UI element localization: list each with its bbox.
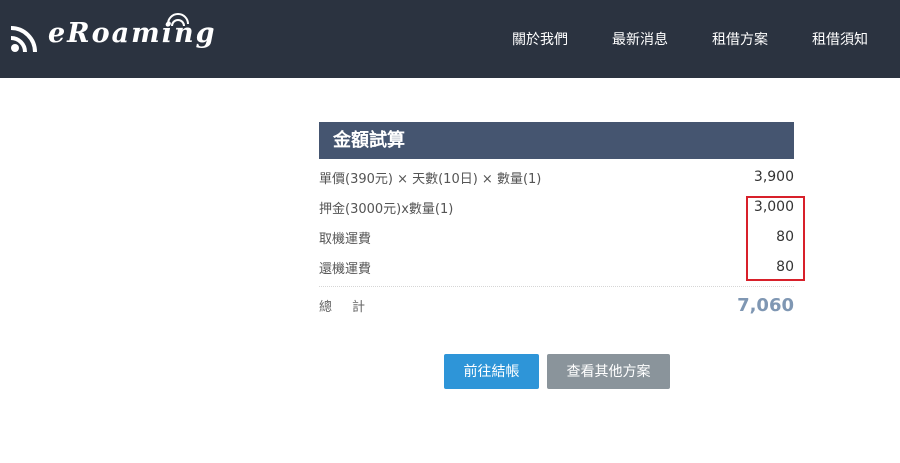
nav-link-rental-info[interactable]: 租借須知: [812, 29, 868, 49]
nav-link-plans[interactable]: 租借方案: [712, 29, 768, 49]
row-label: 還機運費: [319, 261, 372, 277]
total-value: 7,060: [737, 294, 794, 316]
return-shipping-row: 還機運費 80: [319, 252, 794, 282]
total-label: 總計: [319, 299, 386, 315]
signal-arc-icon: [167, 13, 189, 27]
nav-link-news[interactable]: 最新消息: [612, 29, 668, 49]
row-value: 80: [776, 259, 794, 275]
row-label: 押金(3000元)x數量(1): [319, 201, 454, 217]
logo-text: eRoaming: [48, 18, 217, 49]
amount-calculator: 金額試算 單價(390元) × 天數(10日) × 數量(1) 3,900 押金…: [319, 122, 794, 323]
row-label: 單價(390元) × 天數(10日) × 數量(1): [319, 171, 542, 187]
pickup-shipping-row: 取機運費 80: [319, 222, 794, 252]
calculator-title: 金額試算: [319, 122, 794, 159]
logo[interactable]: eRoaming: [8, 13, 228, 58]
total-row: 總計 7,060: [319, 287, 794, 323]
row-value: 3,000: [753, 199, 794, 215]
action-buttons: 前往結帳 查看其他方案: [444, 354, 670, 389]
top-navbar: eRoaming 關於我們 最新消息 租借方案 租借須知: [0, 0, 900, 78]
deposit-row: 押金(3000元)x數量(1) 3,000: [319, 192, 794, 222]
calculator-rows: 單價(390元) × 天數(10日) × 數量(1) 3,900 押金(3000…: [319, 162, 794, 282]
nav-links: 關於我們 最新消息 租借方案 租借須知: [490, 0, 900, 78]
checkout-button[interactable]: 前往結帳: [444, 354, 539, 389]
other-plans-button[interactable]: 查看其他方案: [547, 354, 670, 389]
row-label: 取機運費: [319, 231, 372, 247]
wifi-icon: [10, 26, 37, 53]
row-value: 3,900: [753, 169, 794, 185]
row-value: 80: [776, 229, 794, 245]
price-row: 單價(390元) × 天數(10日) × 數量(1) 3,900: [319, 162, 794, 192]
nav-link-about[interactable]: 關於我們: [512, 29, 568, 49]
